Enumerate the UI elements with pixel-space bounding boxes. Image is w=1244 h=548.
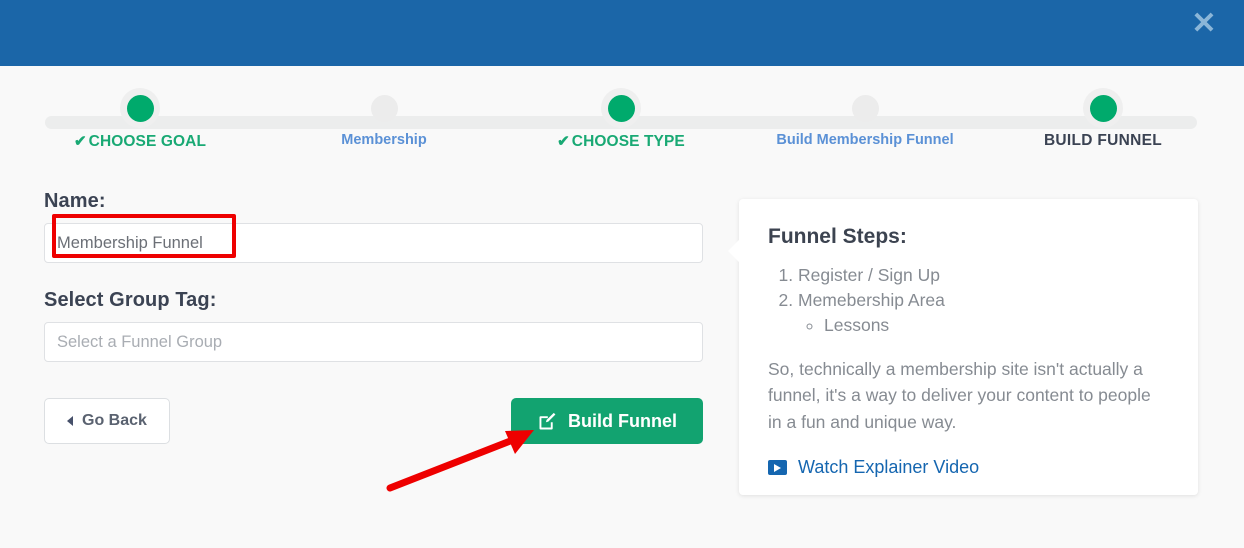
step-label-build-membership-funnel: Build Membership Funnel bbox=[776, 132, 954, 148]
go-back-button[interactable]: Go Back bbox=[44, 398, 170, 444]
play-video-icon bbox=[768, 460, 787, 476]
funnel-info-card: Funnel Steps: Register / Sign Up Memeber… bbox=[728, 199, 1198, 495]
card-caret-icon bbox=[728, 239, 740, 263]
modal-header: ✕ bbox=[0, 0, 1244, 66]
funnel-wizard-stepper: ✔ CHOOSE GOAL Membership ✔ CHOOSE TYPE Bui… bbox=[0, 66, 1244, 166]
step-label-choose-goal: ✔ CHOOSE GOAL bbox=[73, 133, 207, 150]
group-tag-label: Select Group Tag: bbox=[44, 289, 217, 311]
funnel-steps-list: Register / Sign Up Memebership Area Less… bbox=[768, 263, 1168, 338]
funnel-step-text: Memebership Area bbox=[798, 289, 945, 310]
funnel-form: Name: Select Group Tag: Go Back Bui bbox=[44, 190, 704, 444]
step-dot-build-membership-funnel bbox=[845, 88, 885, 128]
step-dot-membership bbox=[364, 88, 404, 128]
step-dot-choose-type bbox=[601, 88, 641, 128]
go-back-label: Go Back bbox=[82, 412, 147, 429]
info-card-title: Funnel Steps: bbox=[768, 225, 907, 248]
name-field-wrapper bbox=[44, 214, 704, 263]
list-item: Memebership Area Lessons bbox=[798, 288, 1168, 338]
form-button-row: Go Back Build Funnel bbox=[44, 398, 703, 444]
watch-explainer-video-link[interactable]: Watch Explainer Video bbox=[768, 457, 1168, 478]
step-label-build-funnel: BUILD FUNNEL bbox=[1043, 132, 1163, 149]
funnel-step-text: Register / Sign Up bbox=[798, 265, 941, 285]
step-dot-choose-goal bbox=[120, 88, 160, 128]
funnel-group-select[interactable] bbox=[44, 322, 703, 362]
build-funnel-button[interactable]: Build Funnel bbox=[511, 398, 703, 444]
check-icon: ✔ bbox=[557, 133, 570, 150]
group-tag-field-wrapper bbox=[44, 322, 704, 362]
name-label: Name: bbox=[44, 190, 106, 212]
build-funnel-modal: ✕ ✔ CHOOSE GOAL Membership ✔ CHOOSE TYPE B… bbox=[0, 0, 1244, 548]
info-card-paragraph: So, technically a membership site isn't … bbox=[768, 358, 1151, 432]
list-item: Lessons bbox=[824, 313, 1168, 338]
funnel-substeps-list: Lessons bbox=[798, 313, 1168, 338]
step-label-membership: Membership bbox=[341, 132, 427, 148]
pen-to-square-icon bbox=[537, 411, 557, 431]
list-item: Register / Sign Up bbox=[798, 263, 1168, 288]
funnel-name-input[interactable] bbox=[44, 223, 703, 263]
caret-left-icon bbox=[67, 416, 73, 426]
watch-explainer-video-label: Watch Explainer Video bbox=[798, 457, 980, 478]
check-icon: ✔ bbox=[73, 133, 87, 150]
close-icon[interactable]: ✕ bbox=[1186, 6, 1222, 42]
build-funnel-label: Build Funnel bbox=[568, 410, 677, 431]
step-label-choose-type: ✔ CHOOSE TYPE bbox=[557, 133, 685, 150]
step-dot-build-funnel bbox=[1083, 88, 1123, 128]
